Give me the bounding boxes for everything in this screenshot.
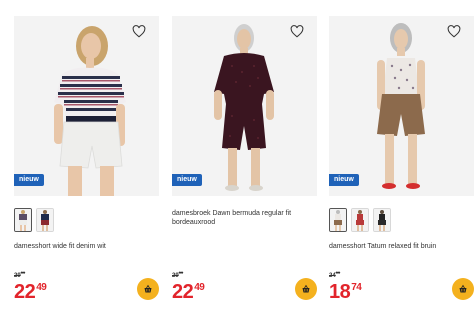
current-price: 2249	[14, 281, 47, 303]
add-to-cart-button[interactable]	[452, 278, 474, 300]
product-card[interactable]: nieuw damesshort wide fit denim wit 2999…	[14, 16, 159, 309]
heart-outline-icon	[290, 25, 304, 38]
color-swatch[interactable]	[329, 208, 347, 232]
new-badge: nieuw	[329, 174, 359, 186]
color-swatch[interactable]	[14, 208, 32, 232]
current-price: 2249	[172, 281, 205, 303]
product-image[interactable]: nieuw	[329, 16, 474, 196]
new-badge: nieuw	[172, 174, 202, 186]
color-swatches	[329, 208, 391, 232]
favorite-button[interactable]	[132, 25, 150, 43]
current-price: 1874	[329, 281, 362, 303]
heart-outline-icon	[447, 25, 461, 38]
product-card[interactable]: nieuw damesshort Tatum relaxed fit bruin…	[329, 16, 474, 309]
new-badge: nieuw	[14, 174, 44, 186]
product-name[interactable]: damesbroek Dawn bermuda regular fit bord…	[172, 210, 317, 227]
add-to-cart-button[interactable]	[137, 278, 159, 300]
shopping-basket-icon	[459, 284, 467, 293]
product-name[interactable]: damesshort wide fit denim wit	[14, 243, 159, 252]
color-swatches	[14, 208, 54, 232]
product-card[interactable]: nieuw damesbroek Dawn bermuda regular fi…	[172, 16, 317, 309]
favorite-button[interactable]	[447, 25, 465, 43]
add-to-cart-button[interactable]	[295, 278, 317, 300]
heart-outline-icon	[132, 25, 146, 38]
product-image[interactable]: nieuw	[14, 16, 159, 196]
color-swatch[interactable]	[373, 208, 391, 232]
favorite-button[interactable]	[290, 25, 308, 43]
color-swatch[interactable]	[351, 208, 369, 232]
product-name[interactable]: damesshort Tatum relaxed fit bruin	[329, 243, 474, 252]
product-grid: nieuw damesshort wide fit denim wit 2999…	[0, 0, 475, 309]
product-image[interactable]: nieuw	[172, 16, 317, 196]
color-swatch[interactable]	[36, 208, 54, 232]
shopping-basket-icon	[302, 284, 310, 293]
shopping-basket-icon	[144, 284, 152, 293]
